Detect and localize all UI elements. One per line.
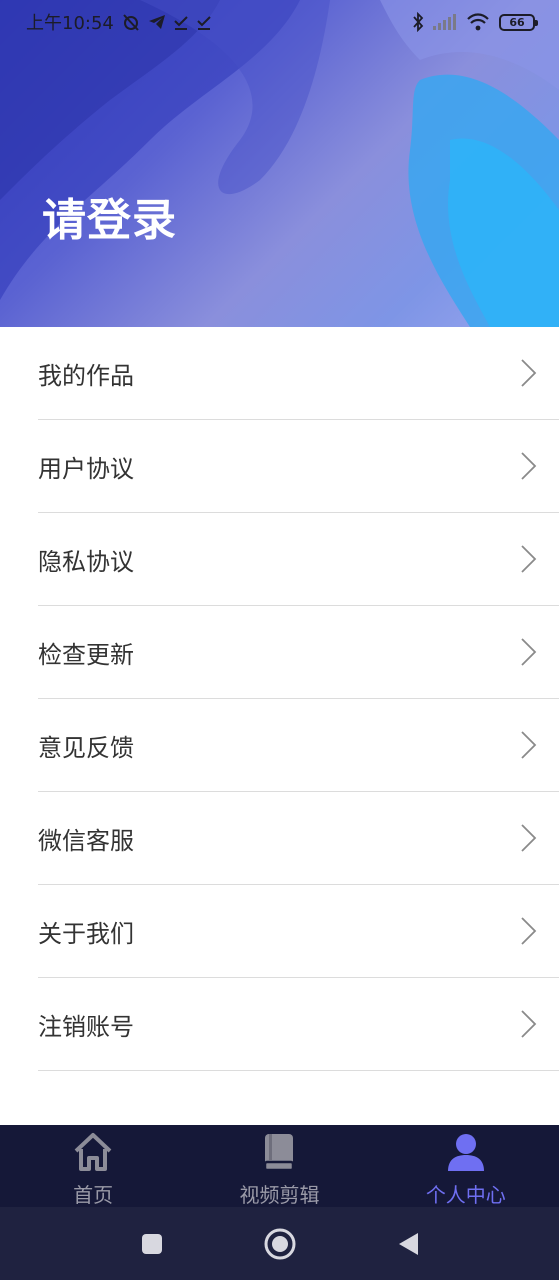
menu-item-wechat-support[interactable]: 微信客服 <box>38 792 559 885</box>
chevron-right-icon <box>521 731 537 759</box>
home-button[interactable] <box>263 1227 297 1261</box>
tab-label: 视频剪辑 <box>239 1183 320 1207</box>
menu-item-about-us[interactable]: 关于我们 <box>38 885 559 978</box>
chevron-right-icon <box>521 638 537 666</box>
chevron-right-icon <box>521 1010 537 1038</box>
menu-item-label: 关于我们 <box>38 919 134 948</box>
book-icon <box>264 1134 295 1172</box>
menu-item-label: 注销账号 <box>38 1012 134 1041</box>
recents-button[interactable] <box>135 1227 169 1261</box>
chevron-right-icon <box>521 824 537 852</box>
triangle-back-icon <box>398 1232 418 1255</box>
tab-video-edit[interactable]: 视频剪辑 <box>186 1125 372 1208</box>
wifi-icon <box>467 13 489 31</box>
menu-item-label: 隐私协议 <box>38 547 134 576</box>
menu-item-label: 意见反馈 <box>38 733 134 762</box>
battery-indicator: 66 <box>499 13 538 31</box>
menu-item-feedback[interactable]: 意见反馈 <box>38 699 559 792</box>
menu-item-delete-account[interactable]: 注销账号 <box>38 978 559 1071</box>
chevron-right-icon <box>521 545 537 573</box>
back-button[interactable] <box>391 1227 425 1261</box>
status-bar: 上午10:54 66 <box>0 0 559 44</box>
menu-item-label: 我的作品 <box>38 361 134 390</box>
login-prompt[interactable]: 请登录 <box>42 184 177 248</box>
tab-home[interactable]: 首页 <box>0 1125 186 1208</box>
profile-header: 上午10:54 66 请登录 <box>0 0 559 327</box>
chevron-right-icon <box>521 917 537 945</box>
signal-icon <box>433 14 456 30</box>
telegram-icon <box>148 15 165 29</box>
header-background-art <box>0 0 559 327</box>
bottom-tab-bar: 首页 视频剪辑 个人中心 <box>0 1125 559 1207</box>
chevron-right-icon <box>521 359 537 387</box>
chevron-right-icon <box>521 452 537 480</box>
settings-menu: 我的作品 用户协议 隐私协议 检查更新 意见反馈 微信客服 关于我们 注销账号 <box>0 327 559 1071</box>
download-done-icon <box>174 16 188 30</box>
bluetooth-icon <box>413 12 424 32</box>
person-icon <box>447 1134 484 1171</box>
status-time: 上午10:54 <box>26 13 114 34</box>
tab-profile[interactable]: 个人中心 <box>373 1125 559 1208</box>
menu-item-label: 微信客服 <box>38 826 134 855</box>
square-icon <box>141 1233 162 1254</box>
tab-label: 个人中心 <box>425 1183 506 1207</box>
menu-item-privacy-policy[interactable]: 隐私协议 <box>38 513 559 606</box>
menu-item-label: 检查更新 <box>38 640 134 669</box>
menu-item-check-update[interactable]: 检查更新 <box>38 606 559 699</box>
battery-level: 66 <box>509 15 525 29</box>
menu-item-my-works[interactable]: 我的作品 <box>38 327 559 420</box>
system-navigation-bar <box>0 1207 559 1280</box>
menu-item-user-agreement[interactable]: 用户协议 <box>38 420 559 513</box>
tab-label: 首页 <box>73 1183 114 1207</box>
alarm-off-icon <box>123 14 139 31</box>
menu-item-label: 用户协议 <box>38 454 134 483</box>
circle-icon <box>264 1228 295 1259</box>
download-done-icon <box>197 16 211 30</box>
home-icon <box>74 1133 112 1171</box>
